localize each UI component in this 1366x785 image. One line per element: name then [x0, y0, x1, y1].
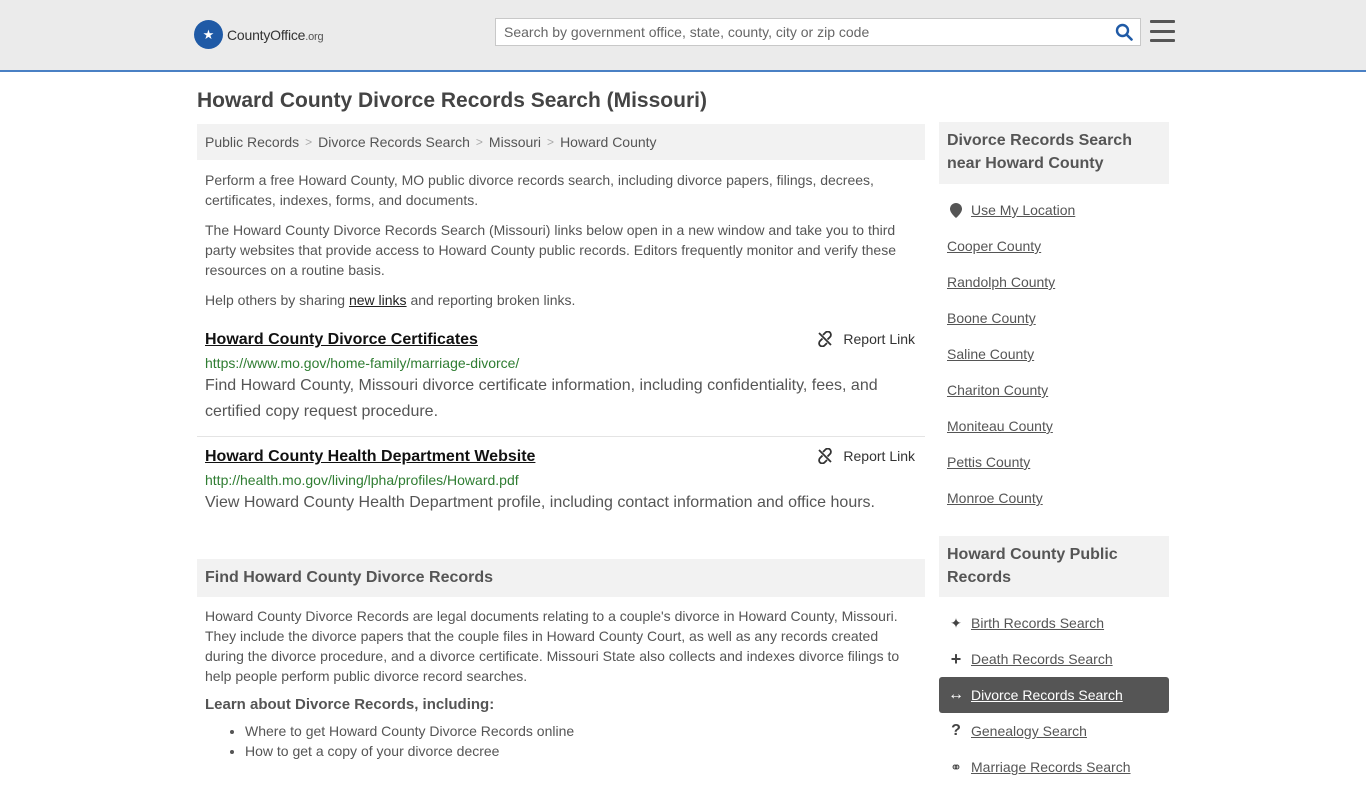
nearby-heading: Divorce Records Search near Howard Count…	[939, 122, 1169, 184]
intro-paragraph-3: Help others by sharing new links and rep…	[205, 292, 576, 308]
public-records-list: ✦ Birth Records Search + Death Records S…	[939, 605, 1169, 785]
list-item: How to get a copy of your divorce decree	[245, 741, 917, 761]
sidebar-item-marriage-records[interactable]: ⚭ Marriage Records Search	[939, 749, 1169, 785]
intro-paragraph-1: Perform a free Howard County, MO public …	[205, 172, 874, 208]
sidebar-item-county[interactable]: Boone County	[939, 300, 1169, 336]
sidebar-item-divorce-records[interactable]: ↔ Divorce Records Search	[939, 677, 1169, 713]
resource-description: Find Howard County, Missouri divorce cer…	[205, 377, 878, 420]
sidebar-item-death-records[interactable]: + Death Records Search	[939, 641, 1169, 677]
logo-name: CountyOffice	[227, 26, 306, 43]
chevron-right-icon: >	[475, 135, 483, 149]
breadcrumb-state[interactable]: Missouri	[489, 134, 541, 150]
search-icon	[1115, 23, 1133, 41]
site-header: ★ CountyOffice.org	[0, 0, 1366, 72]
sidebar-item-use-location[interactable]: Use My Location	[939, 192, 1169, 228]
sidebar-item-county[interactable]: Moniteau County	[939, 408, 1169, 444]
resource-title-link[interactable]: Howard County Health Department Website	[205, 448, 535, 466]
map-pin-icon	[947, 202, 965, 218]
breadcrumb: Public Records > Divorce Records Search > …	[197, 124, 925, 160]
intro-paragraph-2: The Howard County Divorce Records Search…	[205, 222, 896, 278]
use-location-link[interactable]: Use My Location	[971, 202, 1075, 218]
resource-entry: Howard County Health Department Website …	[197, 445, 925, 525]
broken-link-icon	[818, 448, 833, 464]
resource-title-link[interactable]: Howard County Divorce Certificates	[205, 331, 478, 349]
eagle-seal-icon: ★	[194, 20, 223, 49]
breadcrumb-divorce-records[interactable]: Divorce Records Search	[318, 134, 470, 150]
learn-heading: Learn about Divorce Records, including:	[205, 696, 495, 713]
resource-entry: Howard County Divorce Certificates Repor…	[197, 328, 925, 437]
section-heading: Find Howard County Divorce Records	[197, 559, 925, 597]
sidebar-item-county[interactable]: Chariton County	[939, 372, 1169, 408]
intro-text: Perform a free Howard County, MO public …	[205, 170, 917, 320]
search-button[interactable]	[1108, 19, 1140, 45]
report-link-button[interactable]: Report Link	[817, 448, 915, 464]
menu-icon[interactable]	[1150, 20, 1175, 42]
question-icon: ?	[951, 722, 961, 739]
report-link-label: Report Link	[843, 331, 915, 347]
cross-icon: +	[950, 648, 962, 669]
sidebar-item-genealogy[interactable]: ? Genealogy Search	[939, 713, 1169, 749]
sidebar-item-county[interactable]: Cooper County	[939, 228, 1169, 264]
resource-url: https://www.mo.gov/home-family/marriage-…	[205, 355, 520, 371]
list-item: Where to get Howard County Divorce Recor…	[245, 721, 917, 741]
baby-icon: ✦	[950, 614, 962, 631]
chevron-right-icon: >	[305, 135, 313, 149]
rings-icon: ⚭	[950, 758, 962, 775]
nearby-list: Use My Location Cooper County Randolph C…	[939, 192, 1169, 516]
breadcrumb-county[interactable]: Howard County	[560, 134, 657, 150]
sidebar-item-birth-records[interactable]: ✦ Birth Records Search	[939, 605, 1169, 641]
sidebar-item-county[interactable]: Randolph County	[939, 264, 1169, 300]
learn-list: Where to get Howard County Divorce Recor…	[205, 721, 917, 761]
search-bar	[495, 18, 1141, 46]
arrows-icon: ↔	[948, 686, 964, 703]
logo-tld: .org	[305, 30, 324, 43]
sidebar-item-county[interactable]: Saline County	[939, 336, 1169, 372]
section-paragraph: Howard County Divorce Records are legal …	[205, 608, 900, 684]
broken-link-icon	[818, 331, 833, 347]
public-records-heading: Howard County Public Records	[939, 536, 1169, 597]
report-link-label: Report Link	[843, 448, 915, 464]
sidebar-item-county[interactable]: Pettis County	[939, 444, 1169, 480]
search-input[interactable]	[496, 19, 1108, 45]
resource-description: View Howard County Health Department pro…	[205, 494, 875, 511]
chevron-right-icon: >	[547, 135, 555, 149]
breadcrumb-public-records[interactable]: Public Records	[205, 134, 299, 150]
report-link-button[interactable]: Report Link	[817, 331, 915, 347]
resource-url: http://health.mo.gov/living/lpha/profile…	[205, 472, 519, 488]
section-body: Howard County Divorce Records are legal …	[205, 606, 917, 761]
sidebar-item-county[interactable]: Monroe County	[939, 480, 1169, 516]
page-title: Howard County Divorce Records Search (Mi…	[197, 89, 707, 112]
new-links-link[interactable]: new links	[349, 292, 407, 308]
site-logo[interactable]: ★ CountyOffice.org	[194, 20, 324, 49]
